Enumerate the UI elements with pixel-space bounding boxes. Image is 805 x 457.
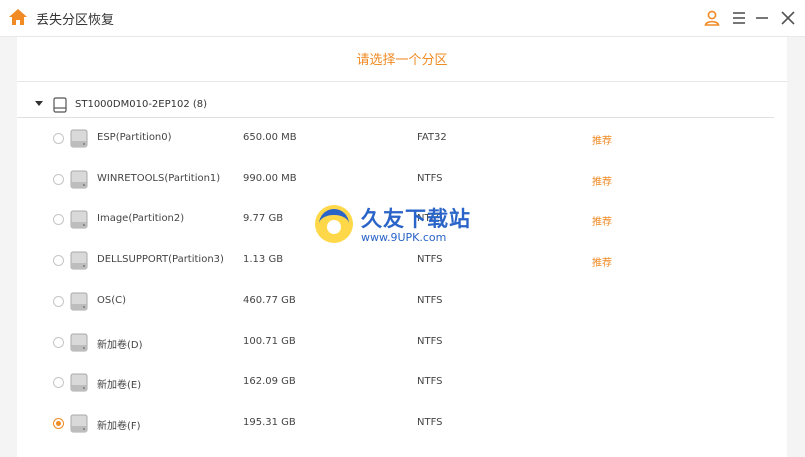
partition-radio[interactable] (53, 174, 64, 185)
partition-name: 新加卷(D) (97, 340, 143, 351)
partition-row[interactable]: WINRETOOLS(Partition1) 990.00 MB NTFS 推荐 (17, 168, 787, 192)
partition-filesystem: NTFS (417, 254, 443, 265)
partition-name: DELLSUPPORT(Partition3) (97, 254, 224, 265)
partition-size: 100.71 GB (243, 336, 296, 347)
watermark-name: 久友下载站 (361, 207, 471, 231)
home-icon (9, 9, 27, 25)
drive-icon (70, 292, 88, 311)
partition-size: 162.09 GB (243, 376, 296, 387)
partition-filesystem: NTFS (417, 173, 443, 184)
partition-radio[interactable] (53, 377, 64, 388)
recommend-badge: 推荐 (592, 258, 612, 269)
drive-icon (70, 170, 88, 189)
divider (17, 117, 774, 118)
divider (17, 81, 787, 82)
partition-size: 195.31 GB (243, 417, 296, 428)
recommend-badge: 推荐 (592, 217, 612, 228)
close-icon[interactable] (778, 8, 798, 28)
partition-size: 990.00 MB (243, 173, 297, 184)
partition-name: WINRETOOLS(Partition1) (97, 173, 221, 184)
drive-icon (70, 333, 88, 352)
partition-row[interactable]: 新加卷(F) 195.31 GB NTFS (17, 412, 787, 436)
partition-name: ESP(Partition0) (97, 132, 172, 143)
drive-icon (70, 251, 88, 270)
watermark-logo-icon (315, 205, 353, 243)
menu-icon[interactable] (729, 8, 749, 28)
partition-name: 新加卷(F) (97, 421, 141, 432)
partition-panel: 请选择一个分区 ST1000DM010-2EP102 (8) ESP(Parti… (17, 37, 787, 457)
partition-radio[interactable] (53, 133, 64, 144)
drive-icon (70, 414, 88, 433)
partition-filesystem: FAT32 (417, 132, 447, 143)
partition-size: 650.00 MB (243, 132, 297, 143)
partition-radio[interactable] (53, 214, 64, 225)
partition-filesystem: NTFS (417, 376, 443, 387)
partition-radio[interactable] (53, 337, 64, 348)
minimize-icon[interactable] (752, 8, 772, 28)
partition-row[interactable]: DELLSUPPORT(Partition3) 1.13 GB NTFS 推荐 (17, 249, 787, 273)
hard-disk-icon (53, 97, 67, 113)
partition-filesystem: NTFS (417, 336, 443, 347)
partition-name: Image(Partition2) (97, 213, 185, 224)
partition-filesystem: NTFS (417, 417, 443, 428)
disk-row[interactable]: ST1000DM010-2EP102 (8) (17, 95, 787, 117)
partition-row[interactable]: 新加卷(E) 162.09 GB NTFS (17, 371, 787, 395)
partition-row[interactable]: ESP(Partition0) 650.00 MB FAT32 推荐 (17, 127, 787, 151)
partition-radio[interactable] (53, 255, 64, 266)
partition-size: 1.13 GB (243, 254, 284, 265)
recommend-badge: 推荐 (592, 177, 612, 188)
user-icon[interactable] (702, 8, 722, 28)
drive-icon (70, 210, 88, 229)
drive-icon (70, 129, 88, 148)
recommend-badge: 推荐 (592, 136, 612, 147)
collapse-arrow-icon[interactable] (35, 101, 43, 106)
watermark: 久友下载站 www.9UPK.com (313, 203, 493, 247)
window-title: 丢失分区恢复 (36, 13, 115, 28)
partition-radio[interactable] (53, 418, 64, 429)
drive-icon (70, 373, 88, 392)
disk-label: ST1000DM010-2EP102 (8) (75, 99, 208, 110)
page-heading: 请选择一个分区 (356, 53, 448, 68)
partition-radio[interactable] (53, 296, 64, 307)
partition-size: 460.77 GB (243, 295, 296, 306)
partition-name: OS(C) (97, 295, 127, 306)
title-bar: 丢失分区恢复 (0, 0, 805, 37)
partition-row[interactable]: OS(C) 460.77 GB NTFS (17, 290, 787, 314)
partition-row[interactable]: 新加卷(D) 100.71 GB NTFS (17, 331, 787, 355)
watermark-url: www.9UPK.com (361, 231, 447, 244)
partition-filesystem: NTFS (417, 295, 443, 306)
partition-name: 新加卷(E) (97, 380, 142, 391)
partition-size: 9.77 GB (243, 213, 284, 224)
